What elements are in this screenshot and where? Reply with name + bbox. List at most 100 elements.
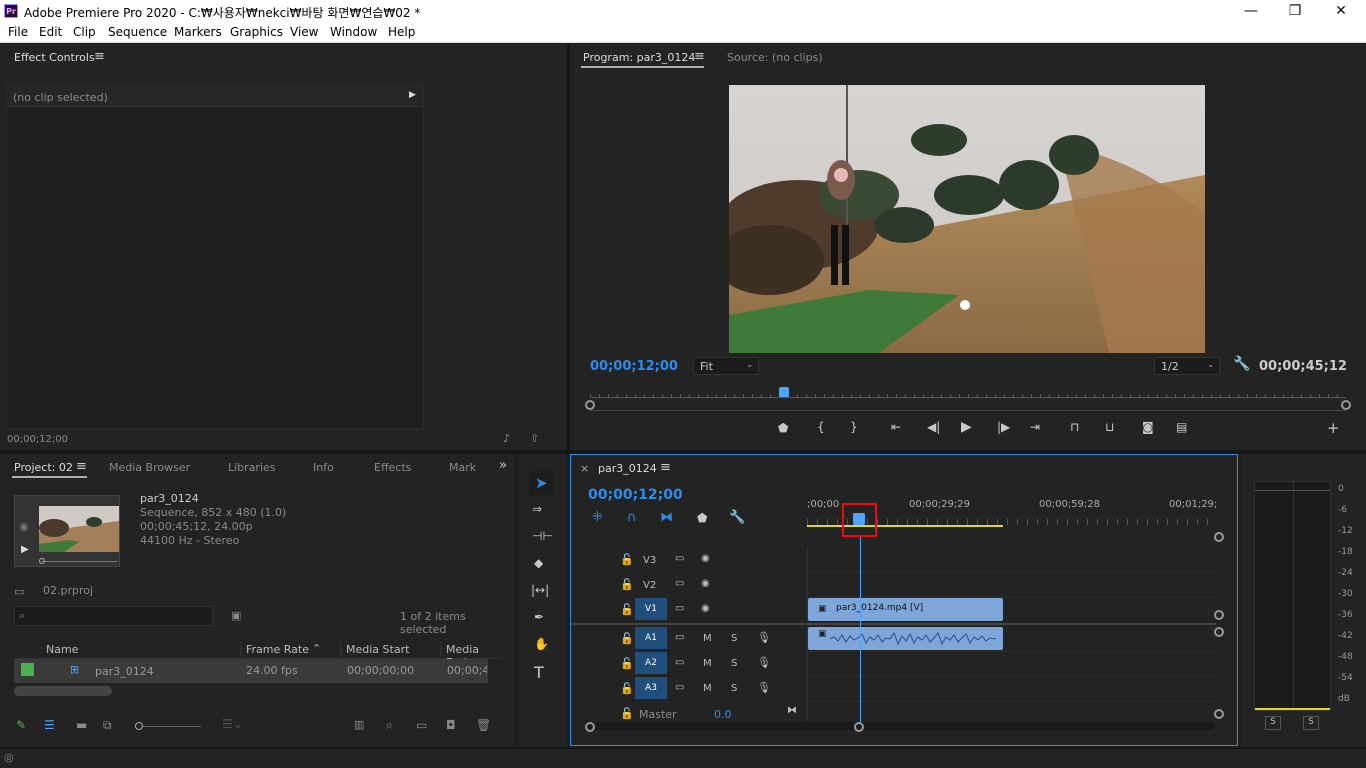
- eye-icon[interactable]: ◉: [701, 553, 710, 564]
- column-media-start[interactable]: Media Start: [346, 643, 409, 656]
- media-browser-tab[interactable]: Media Browser: [109, 461, 190, 474]
- timeline-settings-wrench-icon[interactable]: 🔧: [729, 510, 745, 525]
- new-search-bin-icon[interactable]: ▣: [231, 609, 241, 622]
- mute-button[interactable]: M: [703, 658, 712, 669]
- timeline-menu-icon[interactable]: ≡: [660, 460, 671, 475]
- timeline-current-time[interactable]: 00;00;12;00: [588, 487, 683, 503]
- table-row[interactable]: ⊞ par3_0124 24.00 fps 00;00;00;00 00;00;…: [14, 659, 488, 683]
- new-bin-icon[interactable]: ▭: [416, 718, 427, 732]
- eye-icon[interactable]: ◉: [701, 578, 710, 589]
- timeline-tab[interactable]: par3_0124: [598, 462, 657, 475]
- fit-dropdown[interactable]: Fit ⌄: [693, 357, 759, 375]
- new-item-icon[interactable]: ◘: [446, 718, 456, 732]
- slip-tool-icon[interactable]: |↔|: [531, 583, 549, 597]
- v-scroll-handle-bottom[interactable]: [1214, 709, 1224, 719]
- menu-window[interactable]: Window: [330, 25, 377, 39]
- snap-magnet-icon[interactable]: ∩: [627, 510, 637, 525]
- source-tab[interactable]: Source: (no clips): [727, 51, 823, 64]
- lock-icon[interactable]: 🔓: [620, 578, 634, 591]
- solo-button[interactable]: S: [731, 633, 737, 644]
- toggle-sync-icon[interactable]: ▭: [675, 603, 684, 614]
- solo-right-button[interactable]: S: [1303, 716, 1319, 730]
- pen-tool-icon[interactable]: ✒: [534, 610, 544, 624]
- microphone-icon[interactable]: 🎙: [757, 631, 771, 644]
- add-marker-icon[interactable]: ⬟: [697, 511, 707, 525]
- list-view-icon[interactable]: ☰: [44, 718, 55, 732]
- solo-button[interactable]: S: [731, 658, 737, 669]
- info-tab[interactable]: Info: [313, 461, 334, 474]
- track-label-a3[interactable]: A3: [635, 677, 667, 699]
- step-forward-icon[interactable]: |▶: [997, 420, 1010, 434]
- razor-tool-icon[interactable]: ◆: [534, 556, 543, 570]
- lock-icon[interactable]: 🔓: [620, 553, 634, 566]
- filter-audio-icon[interactable]: ♪: [503, 432, 510, 445]
- program-menu-icon[interactable]: ≡: [694, 49, 705, 64]
- program-current-time[interactable]: 00;00;12;00: [590, 359, 678, 374]
- h-scroll-end-handle[interactable]: [854, 722, 864, 732]
- go-to-out-icon[interactable]: ⇥: [1030, 420, 1040, 434]
- menu-help[interactable]: Help: [388, 25, 415, 39]
- mute-button[interactable]: M: [703, 683, 712, 694]
- play-thumbnail-icon[interactable]: ▶: [21, 544, 29, 555]
- export-frame-icon[interactable]: ◙: [1142, 420, 1154, 434]
- scrub-out-handle[interactable]: [1341, 400, 1351, 410]
- close-timeline-icon[interactable]: ×: [580, 462, 589, 475]
- timeline-playhead-line[interactable]: [860, 537, 861, 727]
- track-lanes[interactable]: ▣ par3_0124.mp4 [V] ▣: [807, 537, 1216, 727]
- project-menu-icon[interactable]: ≡: [76, 459, 87, 474]
- more-tabs-icon[interactable]: »: [499, 458, 507, 473]
- menu-view[interactable]: View: [290, 25, 318, 39]
- zoom-slider-handle[interactable]: [135, 722, 143, 730]
- timeline-h-scrollbar[interactable]: [585, 722, 1215, 730]
- column-frame-rate[interactable]: Frame Rate: [246, 643, 309, 656]
- horizontal-scrollbar[interactable]: [14, 686, 112, 696]
- lock-icon[interactable]: 🔓: [620, 682, 634, 695]
- program-tab[interactable]: Program: par3_0124: [583, 51, 695, 64]
- menu-markers[interactable]: Markers: [174, 25, 222, 39]
- effect-controls-tab[interactable]: Effect Controls: [14, 51, 95, 64]
- selection-tool[interactable]: ➤: [529, 471, 554, 495]
- h-scroll-start-handle[interactable]: [585, 722, 595, 732]
- lock-icon[interactable]: 🔓: [620, 657, 634, 670]
- type-tool-icon[interactable]: T: [534, 663, 544, 682]
- toggle-sync-icon[interactable]: ▭: [675, 632, 684, 643]
- track-label-a2[interactable]: A2: [635, 652, 667, 674]
- zoom-slider[interactable]: [143, 726, 201, 727]
- lock-icon[interactable]: 🔓: [620, 632, 634, 645]
- project-tab[interactable]: Project: 02: [14, 461, 73, 474]
- toggle-sync-icon[interactable]: ▭: [675, 682, 684, 693]
- lift-icon[interactable]: ⊓: [1070, 420, 1079, 434]
- expand-arrow-icon[interactable]: ▶: [409, 90, 416, 100]
- add-button-icon[interactable]: +: [1327, 419, 1340, 437]
- toggle-sync-icon[interactable]: ▭: [675, 578, 684, 589]
- freeform-view-icon[interactable]: ⧉: [103, 718, 112, 733]
- lock-icon[interactable]: 🔓: [620, 603, 634, 616]
- track-select-tool-icon[interactable]: ⇒: [532, 502, 542, 516]
- step-back-icon[interactable]: ◀|: [927, 420, 940, 434]
- video-clip[interactable]: ▣ par3_0124.mp4 [V]: [808, 598, 1003, 621]
- track-label-v1[interactable]: V1: [635, 598, 667, 620]
- toggle-sync-icon[interactable]: ▭: [675, 657, 684, 668]
- resolution-dropdown[interactable]: 1/2 ⌄: [1154, 357, 1220, 375]
- panel-menu-icon[interactable]: ≡: [94, 49, 105, 64]
- video-preview[interactable]: [729, 85, 1205, 353]
- microphone-icon[interactable]: 🎙: [757, 656, 771, 669]
- ripple-edit-tool-icon[interactable]: ⊣⊢: [532, 529, 553, 543]
- play-icon[interactable]: ▶: [961, 419, 972, 435]
- mark-in-icon[interactable]: {: [817, 420, 825, 434]
- column-name[interactable]: Name: [46, 643, 78, 656]
- extract-icon[interactable]: ⊔: [1105, 420, 1114, 434]
- hand-tool-icon[interactable]: ✋: [534, 637, 549, 651]
- audio-clip[interactable]: ▣: [808, 627, 1003, 650]
- markers-tab[interactable]: Mark: [449, 461, 476, 474]
- menu-clip[interactable]: Clip: [73, 25, 96, 39]
- label-color-swatch[interactable]: [21, 663, 34, 676]
- sequence-thumbnail[interactable]: ◉ ▶: [14, 495, 120, 567]
- maximize-button[interactable]: ❐: [1272, 2, 1318, 20]
- export-icon[interactable]: ⇧: [530, 432, 539, 445]
- v-scroll-handle-mid[interactable]: [1214, 610, 1224, 620]
- effects-tab[interactable]: Effects: [374, 461, 411, 474]
- nest-icon[interactable]: ⁜: [592, 510, 603, 525]
- mark-out-icon[interactable]: }: [850, 420, 858, 434]
- go-to-in-icon[interactable]: ⇤: [891, 420, 901, 434]
